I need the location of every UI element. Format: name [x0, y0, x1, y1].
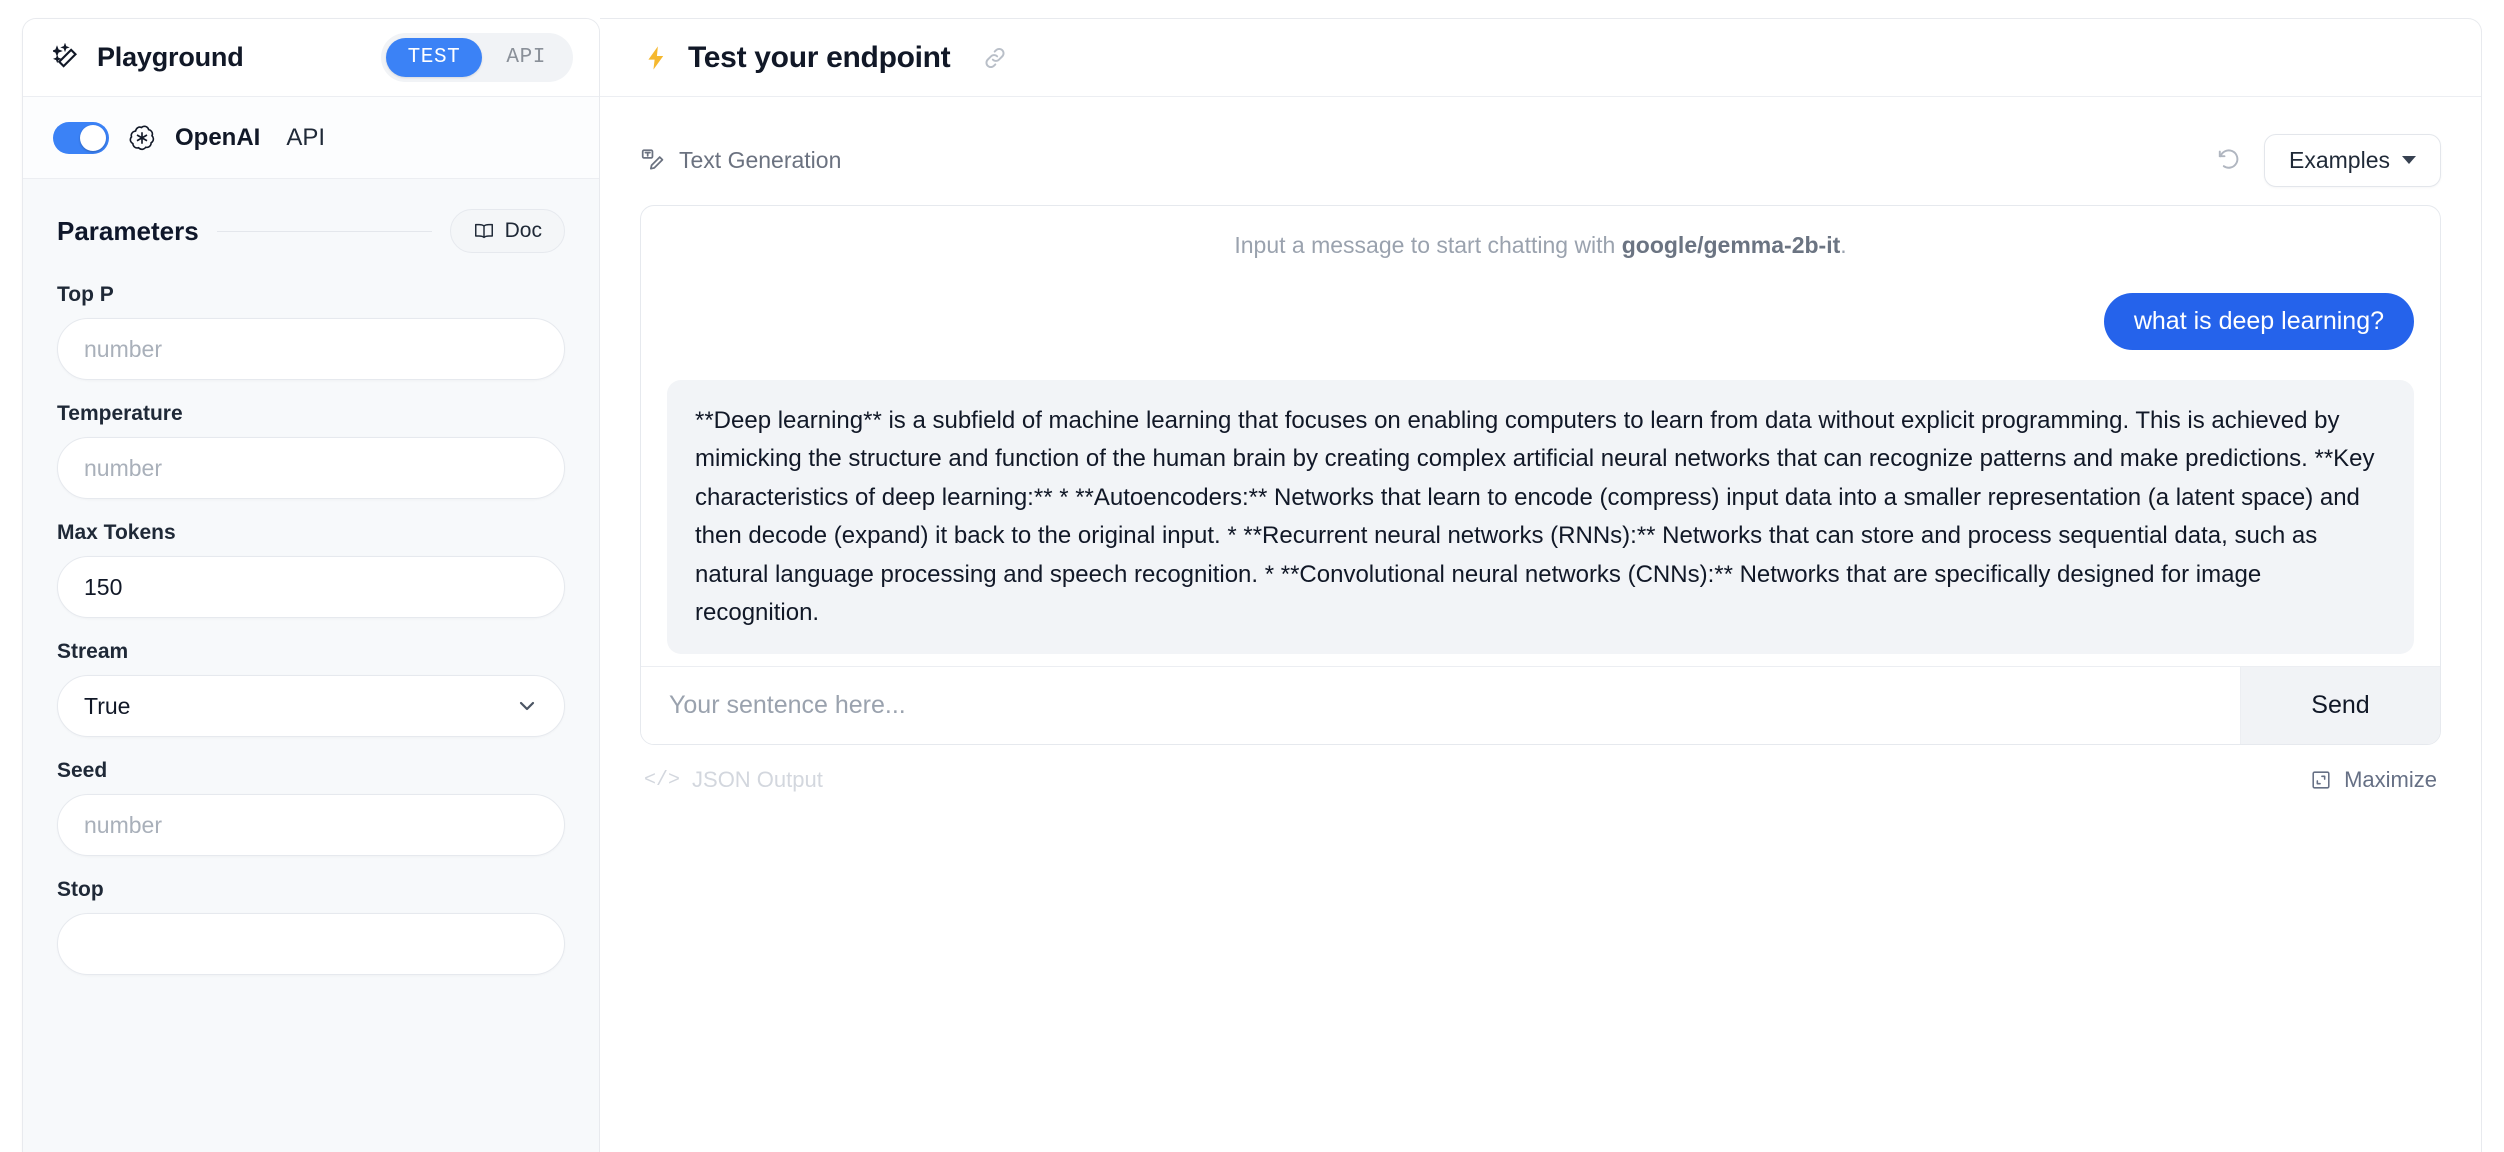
link-icon[interactable]: [982, 45, 1008, 71]
user-message-bubble: what is deep learning?: [2103, 293, 2414, 350]
chat-card: Input a message to start chatting with g…: [640, 205, 2441, 746]
toolbar: Text Generation Examples: [640, 129, 2441, 191]
field-label-max-tokens: Max Tokens: [57, 521, 176, 544]
seed-input[interactable]: [57, 794, 565, 856]
field-seed: Seed: [57, 759, 565, 856]
chat-hint-prefix: Input a message to start chatting with: [1234, 232, 1622, 258]
composer: Send: [641, 666, 2440, 745]
chat-scroll-area[interactable]: Input a message to start chatting with g…: [641, 206, 2440, 666]
doc-button[interactable]: Doc: [449, 209, 565, 253]
chat-hint-suffix: .: [1840, 232, 1847, 258]
text-generation-icon: [641, 149, 664, 170]
openai-logo-icon: [129, 124, 155, 150]
playground-app: Playground TEST API OpenAI API Parameter…: [0, 0, 2504, 1152]
tab-api[interactable]: API: [484, 38, 568, 77]
reset-icon[interactable]: [2216, 147, 2242, 173]
field-label-stream: Stream: [57, 640, 129, 663]
sidebar-header: Playground TEST API: [23, 19, 599, 97]
book-icon: [474, 223, 493, 239]
field-label-stop: Stop: [57, 878, 104, 901]
assistant-message-row: **Deep learning** is a subfield of machi…: [667, 380, 2414, 655]
maximize-button[interactable]: Maximize: [2310, 767, 2437, 793]
task-label: Text Generation: [679, 146, 842, 173]
main-header: Test your endpoint: [600, 19, 2481, 97]
field-stop: Stop: [57, 878, 565, 975]
sidebar: Playground TEST API OpenAI API Parameter…: [22, 18, 600, 1152]
provider-name: OpenAI: [175, 123, 261, 151]
stop-input[interactable]: [57, 913, 565, 975]
assistant-message-bubble: **Deep learning** is a subfield of machi…: [667, 380, 2414, 655]
stream-select[interactable]: [57, 675, 565, 737]
examples-dropdown[interactable]: Examples: [2264, 133, 2441, 187]
chat-hint-model: google/gemma-2b-it: [1621, 232, 1841, 258]
provider-row: OpenAI API: [23, 97, 599, 179]
chat-footer: </> JSON Output Maximize: [640, 745, 2441, 815]
maximize-icon: [2312, 771, 2330, 789]
parameters-header: Parameters Doc: [57, 209, 565, 253]
doc-button-label: Doc: [504, 219, 542, 242]
code-icon: </>: [644, 768, 681, 792]
stream-select-wrapper: [57, 675, 565, 737]
maximize-label: Maximize: [2344, 767, 2437, 793]
parameters-panel: Parameters Doc Top P Temperature: [23, 179, 599, 1152]
parameters-title: Parameters: [57, 215, 199, 246]
task-indicator: Text Generation: [640, 147, 841, 174]
field-max-tokens: Max Tokens: [57, 521, 565, 618]
field-label-seed: Seed: [57, 759, 108, 782]
message-input[interactable]: [641, 667, 2240, 745]
mode-segmented-control[interactable]: TEST API: [380, 33, 573, 82]
main-panel: Test your endpoint Text Generation Examp…: [600, 18, 2482, 1152]
provider-suffix: API: [286, 123, 326, 151]
toolbar-actions: Examples: [2216, 133, 2441, 187]
lightning-bolt-icon: [648, 45, 664, 70]
user-message-row: what is deep learning?: [667, 293, 2414, 350]
json-output-toggle[interactable]: </> JSON Output: [644, 767, 823, 793]
main-title: Test your endpoint: [688, 40, 951, 74]
chevron-down-icon: [2402, 156, 2416, 164]
temperature-input[interactable]: [57, 437, 565, 499]
field-label-top-p: Top P: [57, 283, 114, 306]
field-label-temperature: Temperature: [57, 402, 183, 425]
field-temperature: Temperature: [57, 402, 565, 499]
tab-test[interactable]: TEST: [385, 38, 483, 77]
max-tokens-input[interactable]: [57, 556, 565, 618]
provider-toggle[interactable]: [53, 121, 109, 154]
field-stream: Stream: [57, 640, 565, 737]
magic-wand-icon: [53, 42, 78, 68]
json-output-label: JSON Output: [692, 767, 823, 793]
examples-label: Examples: [2289, 146, 2390, 173]
main-body: Text Generation Examples Input a message…: [600, 97, 2481, 1152]
field-top-p: Top P: [57, 283, 565, 380]
send-button[interactable]: Send: [2240, 667, 2440, 745]
divider: [216, 230, 432, 232]
chat-empty-hint: Input a message to start chatting with g…: [667, 232, 2414, 259]
page-title: Playground: [97, 42, 244, 72]
top-p-input[interactable]: [57, 318, 565, 380]
